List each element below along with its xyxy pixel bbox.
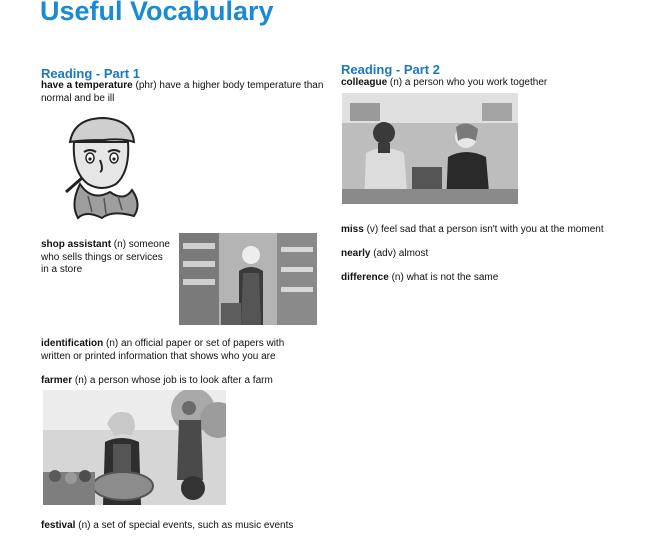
farmer-photo <box>43 390 226 505</box>
colleagues-photo <box>342 93 518 204</box>
entry-word: miss <box>341 224 364 235</box>
page-title: Useful Vocabulary <box>40 0 274 26</box>
entry-difference: difference (n) what is not the same <box>341 272 641 285</box>
entry-shop-assistant: shop assistant (n) someone who sells thi… <box>41 239 173 277</box>
entry-definition: (n) what is not the same <box>388 272 499 283</box>
entry-word: have a temperature <box>41 80 133 91</box>
shop-assistant-graphic <box>179 233 317 325</box>
entry-definition: (adv) almost <box>370 248 429 259</box>
entry-have-a-temperature: have a temperature (phr) have a higher b… <box>41 80 331 105</box>
entry-word: identification <box>41 338 104 349</box>
part2-heading: Reading - Part 2 <box>341 62 440 77</box>
entry-word: nearly <box>341 248 371 259</box>
entry-miss: miss (v) feel sad that a person isn't wi… <box>341 224 641 237</box>
entry-word: festival <box>41 520 76 531</box>
entry-definition: (v) feel sad that a person isn't with yo… <box>363 224 604 235</box>
sick-man-illustration <box>65 116 139 220</box>
entry-identification: identification (n) an official paper or … <box>41 338 311 363</box>
entry-farmer: farmer (n) a person whose job is to look… <box>41 375 331 388</box>
entry-word: farmer <box>41 375 73 386</box>
shop-assistant-photo <box>179 233 317 325</box>
entry-nearly: nearly (adv) almost <box>341 248 641 261</box>
entry-definition: (n) a set of special events, such as mus… <box>75 520 294 531</box>
entry-festival: festival (n) a set of special events, su… <box>41 520 331 533</box>
part1-heading: Reading - Part 1 <box>41 66 140 81</box>
entry-word: difference <box>341 272 389 283</box>
sick-man-cartoon-image <box>52 112 148 220</box>
farmer-graphic <box>43 390 226 505</box>
entry-word: shop assistant <box>41 239 112 250</box>
entry-colleague: colleague (n) a person who you work toge… <box>341 77 641 90</box>
entry-definition: (n) a person whose job is to look after … <box>72 375 273 386</box>
colleagues-graphic <box>342 93 518 204</box>
entry-word: colleague <box>341 77 388 88</box>
entry-definition: (n) a person who you work together <box>387 77 548 88</box>
